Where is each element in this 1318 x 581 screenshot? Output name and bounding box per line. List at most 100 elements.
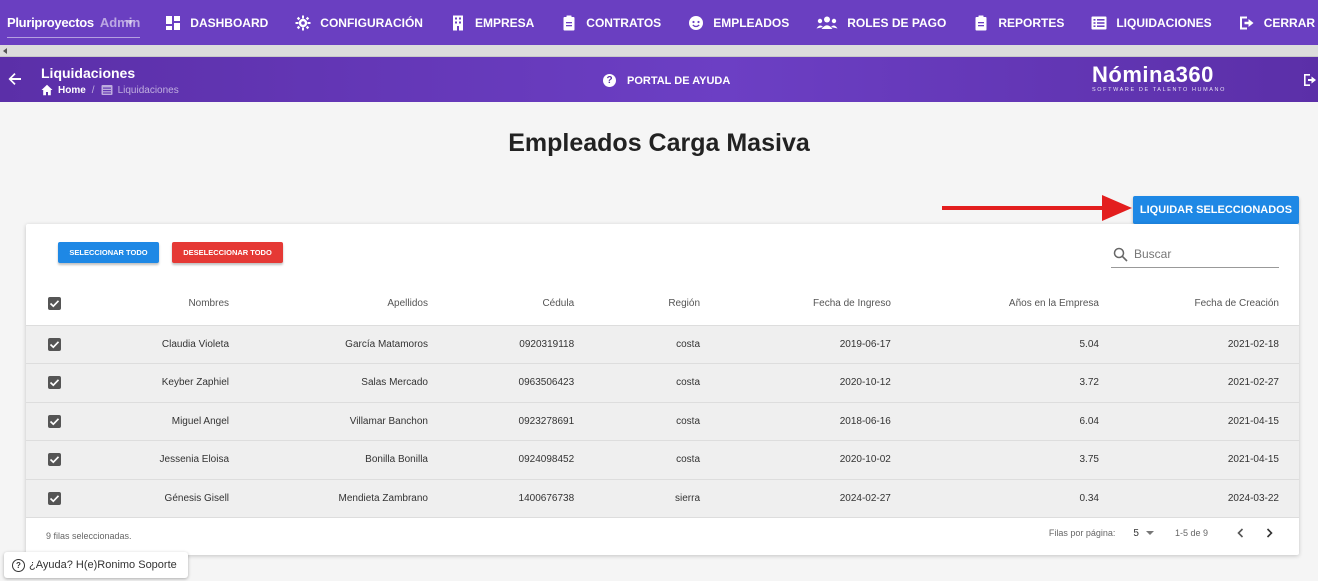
- cell-cedula: 0924098452: [427, 440, 575, 480]
- chevron-left-icon: [1237, 528, 1244, 538]
- cell-fecha-creacion: 2021-04-15: [1098, 440, 1299, 480]
- brand-logo: Nómina360 SOFTWARE DE TALENTO HUMANO: [1092, 62, 1226, 94]
- next-page-button[interactable]: [1262, 526, 1276, 540]
- table-row[interactable]: Miguel Angel Villamar Banchon 0923278691…: [26, 402, 1299, 441]
- cell-nombres: Claudia Violeta: [74, 325, 230, 364]
- select-all-button[interactable]: SELECCIONAR TODO: [58, 242, 159, 263]
- main-title: Empleados Carga Masiva: [508, 129, 810, 157]
- cell-fecha-creacion: 2024-03-22: [1098, 479, 1299, 518]
- cell-anios-empresa: 6.04: [890, 402, 1099, 441]
- previous-page-button[interactable]: [1234, 526, 1248, 540]
- search-input[interactable]: [1134, 247, 1274, 261]
- nav-item-empresa[interactable]: EMPRESA: [450, 15, 534, 31]
- cell-region: sierra: [574, 479, 701, 518]
- row-checkbox-cell: [26, 325, 75, 364]
- cell-fecha-ingreso: 2018-06-16: [700, 402, 891, 441]
- check-icon: [49, 417, 60, 426]
- logo-name: Nómina360: [1092, 62, 1214, 87]
- column-header-region[interactable]: Región: [574, 282, 701, 326]
- column-header-fecha-ingreso[interactable]: Fecha de Ingreso: [700, 282, 891, 326]
- row-checkbox[interactable]: [48, 414, 61, 428]
- table-row[interactable]: Claudia Violeta García Matamoros 0920319…: [26, 325, 1299, 364]
- company-selector[interactable]: Pluriproyectos Admin: [7, 8, 141, 38]
- column-header-apellidos[interactable]: Apellidos: [229, 282, 428, 326]
- column-header-cedula[interactable]: Cédula: [427, 282, 575, 326]
- table-row[interactable]: Keyber Zaphiel Salas Mercado 0963506423 …: [26, 363, 1299, 403]
- logo-tagline: SOFTWARE DE TALENTO HUMANO: [1092, 87, 1226, 93]
- chevron-down-icon: [126, 19, 135, 25]
- home-icon: [41, 84, 53, 96]
- search-box: [1111, 241, 1279, 268]
- nav-item-cerrar-sesion[interactable]: CERRAR SESIÓN: [1239, 15, 1318, 31]
- row-checkbox[interactable]: [48, 376, 61, 390]
- check-icon: [49, 494, 60, 503]
- liquidar-seleccionados-button[interactable]: LIQUIDAR SELECCIONADOS: [1133, 196, 1299, 224]
- cell-apellidos: García Matamoros: [229, 325, 428, 364]
- cell-apellidos: Mendieta Zambrano: [229, 479, 428, 518]
- scroll-left-icon[interactable]: [3, 48, 7, 54]
- nav-item-configuracion[interactable]: CONFIGURACIÓN: [295, 15, 423, 31]
- company-name: Pluriproyectos: [7, 14, 94, 30]
- row-checkbox[interactable]: [48, 337, 61, 351]
- nav-item-empleados[interactable]: EMPLEADOS: [688, 15, 789, 31]
- cell-fecha-ingreso: 2020-10-02: [700, 440, 891, 480]
- row-checkbox[interactable]: [48, 453, 61, 467]
- cell-nombres: Jessenia Eloisa: [74, 440, 230, 480]
- cell-fecha-creacion: 2021-04-15: [1098, 402, 1299, 441]
- cell-fecha-ingreso: 2019-06-17: [700, 325, 891, 364]
- table-row[interactable]: Jessenia Eloisa Bonilla Bonilla 09240984…: [26, 440, 1299, 480]
- cell-anios-empresa: 0.34: [890, 479, 1099, 518]
- nav-item-roles-de-pago[interactable]: ROLES DE PAGO: [816, 15, 946, 31]
- logout-icon[interactable]: [1303, 73, 1317, 87]
- cell-cedula: 0920319118: [427, 325, 575, 364]
- header-checkbox[interactable]: [48, 296, 61, 310]
- check-icon: [49, 299, 60, 308]
- help-portal-link[interactable]: ? PORTAL DE AYUDA: [603, 74, 730, 87]
- cell-nombres: Miguel Angel: [74, 402, 230, 441]
- help-portal-label: PORTAL DE AYUDA: [627, 74, 731, 87]
- pagination: Filas por página: 5 1-5 de 9: [1049, 526, 1276, 540]
- cell-anios-empresa: 3.75: [890, 440, 1099, 480]
- nav-item-reportes[interactable]: REPORTES: [973, 15, 1064, 31]
- table-header-row: Nombres Apellidos Cédula Región Fecha de…: [26, 282, 1299, 326]
- cell-region: costa: [574, 363, 701, 403]
- header-select-all-cell: [26, 282, 75, 326]
- cell-nombres: Keyber Zaphiel: [74, 363, 230, 403]
- pagination-range: 1-5 de 9: [1174, 528, 1208, 538]
- cell-cedula: 1400676738: [427, 479, 575, 518]
- column-header-anios-empresa[interactable]: Años en la Empresa: [890, 282, 1099, 326]
- cell-cedula: 0923278691: [427, 402, 575, 441]
- nav-item-liquidaciones[interactable]: LIQUIDACIONES: [1091, 15, 1212, 31]
- cell-region: costa: [574, 440, 701, 480]
- row-checkbox-cell: [26, 479, 75, 518]
- cell-anios-empresa: 5.04: [890, 325, 1099, 364]
- row-checkbox[interactable]: [48, 491, 61, 505]
- horizontal-scrollbar[interactable]: [0, 45, 1318, 57]
- help-support-chip[interactable]: ? ¿Ayuda? H(e)Ronimo Soporte: [4, 552, 188, 578]
- cell-region: costa: [574, 402, 701, 441]
- red-arrow-annotation: [942, 195, 1132, 221]
- rows-per-page-value: 5: [1133, 527, 1139, 539]
- gear-icon: [295, 15, 311, 30]
- rows-per-page-select[interactable]: 5: [1133, 528, 1154, 539]
- row-checkbox-cell: [26, 363, 75, 403]
- dashboard-icon: [166, 15, 181, 30]
- column-header-nombres[interactable]: Nombres: [74, 282, 230, 326]
- nav-item-dashboard[interactable]: DASHBOARD: [165, 15, 268, 31]
- cell-apellidos: Salas Mercado: [229, 363, 428, 403]
- clipboard-icon: [975, 15, 987, 30]
- column-header-fecha-creacion[interactable]: Fecha de Creación: [1098, 282, 1299, 326]
- cell-apellidos: Bonilla Bonilla: [229, 440, 428, 480]
- help-icon: ?: [603, 74, 616, 87]
- selected-rows-count: 9 filas seleccionadas.: [46, 531, 132, 541]
- breadcrumb-current-label: Liquidaciones: [117, 84, 179, 96]
- nav-item-label: LIQUIDACIONES: [1116, 15, 1212, 30]
- cell-fecha-ingreso: 2024-02-27: [700, 479, 891, 518]
- clipboard-icon: [563, 15, 575, 30]
- nav-item-contratos[interactable]: CONTRATOS: [561, 15, 661, 31]
- breadcrumb-home[interactable]: Home: [58, 85, 86, 96]
- deselect-all-button[interactable]: DESELECCIONAR TODO: [172, 242, 283, 263]
- users-icon: [816, 16, 838, 29]
- back-arrow-icon[interactable]: [8, 72, 22, 86]
- table-row[interactable]: Génesis Gisell Mendieta Zambrano 1400676…: [26, 479, 1299, 518]
